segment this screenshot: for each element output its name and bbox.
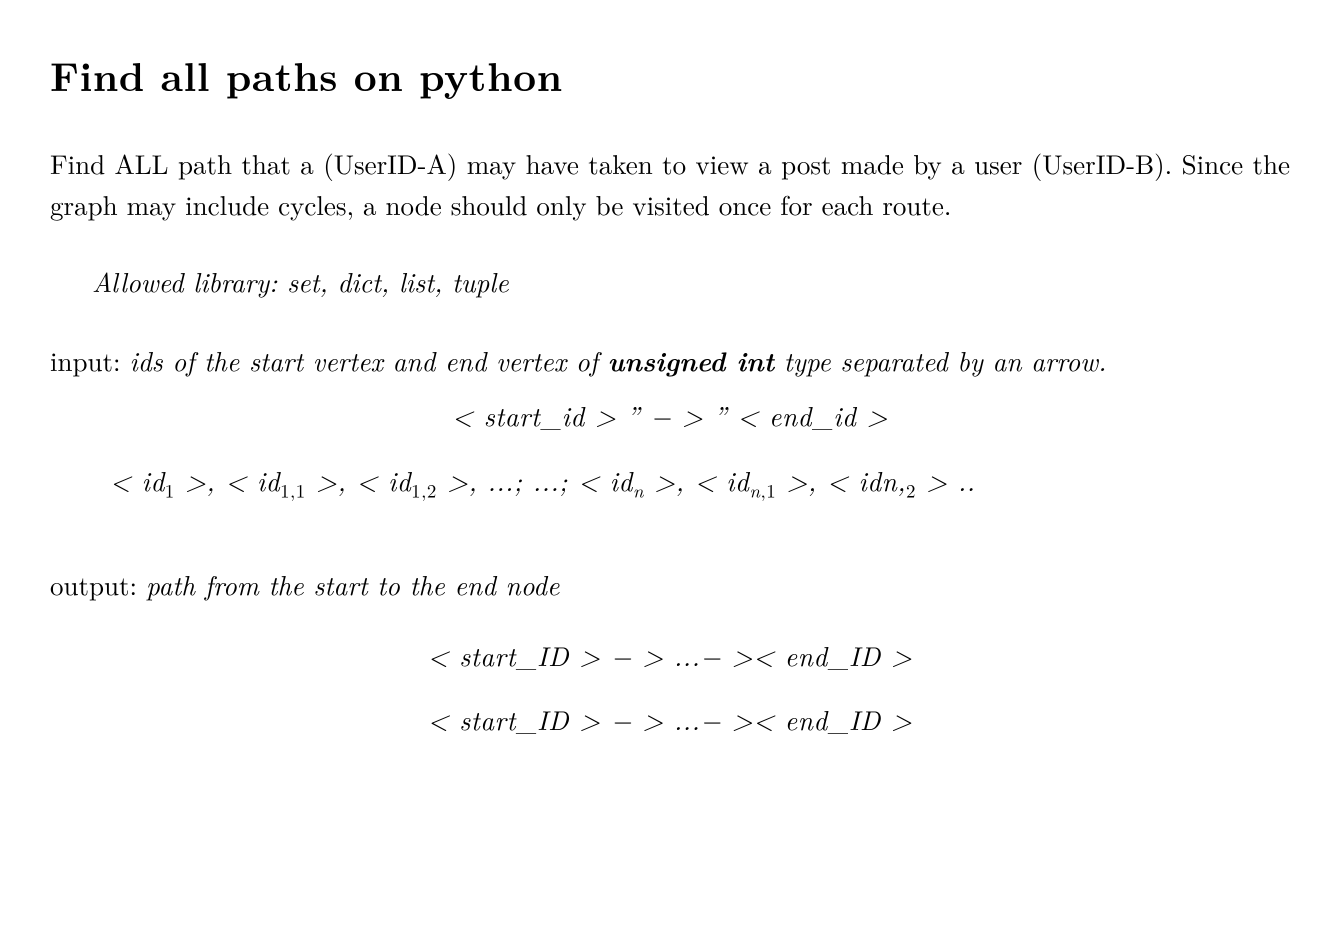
input-description-post: type separated by an arrow.: [774, 341, 1106, 379]
input-bold: unsigned int: [608, 341, 774, 380]
allowed-library: Allowed library: set, dict, list, tuple: [92, 261, 1290, 302]
math-format-line2: < id1 >, < id1,1 >, < id1,2 >, ...; ...;…: [110, 460, 1290, 505]
input-description-pre: ids of the start vertex and end vertex o…: [130, 341, 608, 379]
output-description: path from the start to the end node: [146, 565, 559, 603]
intro-paragraph: Find ALL path that a (UserID-A) may have…: [50, 143, 1290, 225]
math-output-line2: < start_ID > − > ...− >< end_ID >: [50, 699, 1290, 740]
output-section: output: path from the start to the end n…: [50, 564, 1290, 605]
output-label: output:: [50, 565, 146, 603]
input-label: input:: [50, 341, 130, 379]
math-format-line1: < start_id > ” − > ” < end_id >: [50, 395, 1290, 436]
document-title: Find all paths on python: [50, 45, 1290, 105]
input-section: input: ids of the start vertex and end v…: [50, 340, 1290, 382]
math-output-line1: < start_ID > − > ...− >< end_ID >: [50, 635, 1290, 676]
